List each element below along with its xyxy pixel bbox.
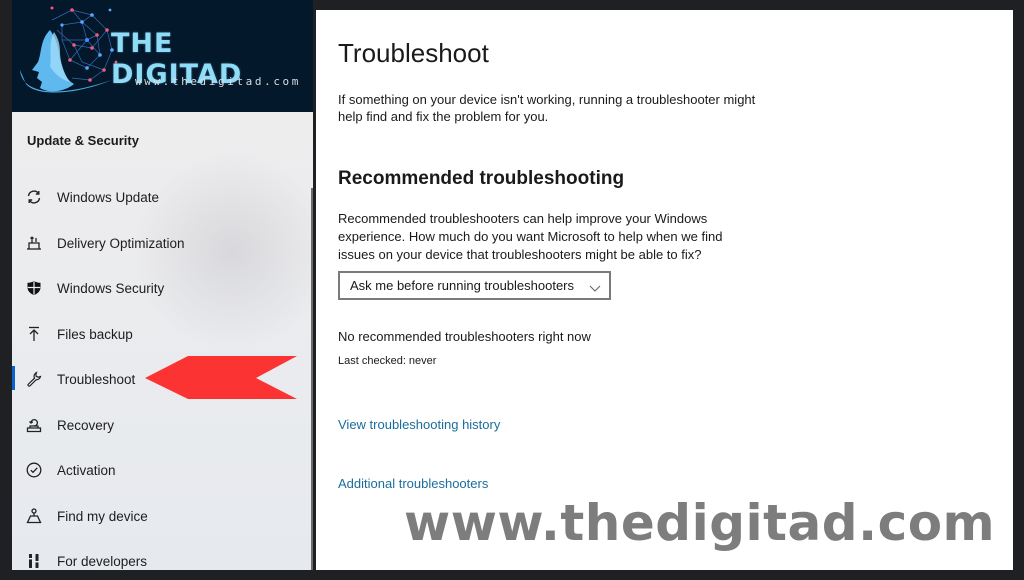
sidebar-item-label: Troubleshoot — [57, 371, 136, 387]
additional-troubleshooters-link[interactable]: Additional troubleshooters — [338, 476, 488, 491]
sidebar-item-label: Windows Security — [57, 280, 165, 296]
recovery-icon — [25, 416, 43, 434]
main-panel: Troubleshoot If something on your device… — [316, 10, 1013, 570]
wrench-icon — [25, 370, 43, 388]
logo-face-network-icon — [20, 6, 118, 93]
arrow-shape — [145, 356, 297, 399]
sidebar-scrollbar[interactable] — [311, 188, 313, 570]
sidebar-item-label: Recovery — [57, 417, 115, 433]
sidebar-item-activation[interactable]: Activation — [12, 455, 292, 485]
recommended-heading: Recommended troubleshooting — [338, 168, 625, 189]
sidebar-item-files-backup[interactable]: Files backup — [12, 319, 292, 349]
chevron-down-icon — [589, 280, 601, 298]
watermark-text: www.thedigitad.com — [404, 494, 996, 552]
sidebar-item-label: Windows Update — [57, 189, 160, 205]
last-checked: Last checked: never — [338, 355, 437, 367]
sidebar-item-windows-security[interactable]: Windows Security — [12, 273, 292, 303]
troubleshooter-preference-dropdown[interactable]: Ask me before running troubleshooters — [338, 271, 611, 300]
recommendation-status: No recommended troubleshooters right now — [338, 329, 591, 344]
sidebar-item-recovery[interactable]: Recovery — [12, 410, 292, 440]
shield-icon — [25, 279, 43, 297]
sidebar-item-label: Files backup — [57, 326, 133, 342]
sidebar-item-label: Activation — [57, 462, 116, 478]
view-history-link[interactable]: View troubleshooting history — [338, 417, 500, 432]
sidebar-item-for-developers[interactable]: For developers — [12, 546, 292, 570]
logo-banner: THE DIGITAD www.thedigitad.com — [12, 0, 313, 112]
section-title: Update & Security — [27, 133, 139, 148]
check-circle-icon — [25, 461, 43, 479]
sync-icon — [25, 188, 43, 206]
developer-tools-icon — [25, 552, 43, 570]
upload-arrow-icon — [25, 325, 43, 343]
dropdown-value: Ask me before running troubleshooters — [350, 278, 575, 293]
logo-url: www.thedigitad.com — [135, 75, 302, 88]
red-arrow-annotation-icon — [145, 356, 297, 399]
sidebar-item-find-my-device[interactable]: Find my device — [12, 501, 292, 531]
sidebar-item-label: Find my device — [57, 508, 148, 524]
sidebar-item-label: Delivery Optimization — [57, 235, 185, 251]
sidebar-item-delivery-optimization[interactable]: Delivery Optimization — [12, 228, 292, 258]
recommended-description: Recommended troubleshooters can help imp… — [338, 211, 723, 262]
page-title: Troubleshoot — [338, 38, 489, 68]
delivery-optimization-icon — [25, 234, 43, 252]
page-description: If something on your device isn't workin… — [338, 92, 756, 124]
sidebar-item-windows-update[interactable]: Windows Update — [12, 182, 292, 212]
sidebar-item-label: For developers — [57, 553, 148, 569]
find-device-icon — [25, 507, 43, 525]
sidebar: THE DIGITAD www.thedigitad.com Update & … — [12, 0, 313, 570]
